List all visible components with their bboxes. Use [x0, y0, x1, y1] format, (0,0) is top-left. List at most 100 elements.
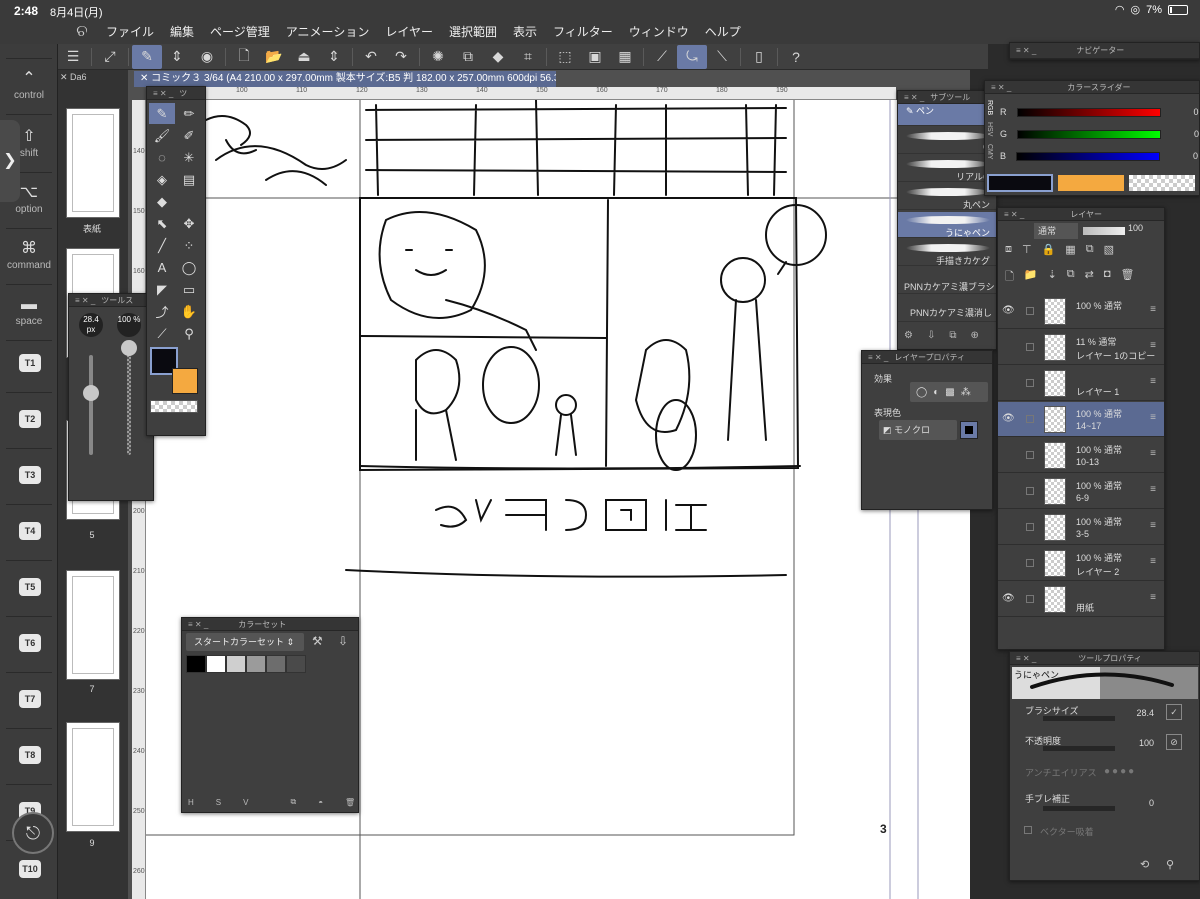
trash-icon[interactable]: 🗑: [1121, 268, 1135, 287]
invert-selection-icon[interactable]: ▣: [580, 45, 610, 69]
t4-key[interactable]: T4: [19, 522, 41, 540]
color-set-select[interactable]: スタートカラーセット ⇕: [186, 633, 304, 651]
menu-filter[interactable]: フィルター: [545, 22, 621, 42]
correct-line-icon[interactable]: ⤴: [149, 301, 175, 322]
command-key[interactable]: ⌘ command: [0, 238, 58, 271]
lasso-tool-icon[interactable]: ◌: [149, 147, 175, 168]
select-object-icon[interactable]: ⬉: [149, 213, 175, 234]
quick-access-icon[interactable]: ✎: [132, 44, 162, 69]
layer-select-checkbox[interactable]: [1026, 307, 1034, 315]
eye-icon[interactable]: 👁: [1002, 593, 1016, 604]
help-icon[interactable]: ?: [781, 45, 811, 69]
layer-row[interactable]: レイヤー 1 ≡: [998, 366, 1164, 401]
add-color-icon[interactable]: ◓: [318, 798, 323, 807]
add-icon[interactable]: ⊕: [971, 330, 979, 341]
layer-select-checkbox[interactable]: [1026, 379, 1034, 387]
airbrush-tool-icon[interactable]: ✐: [176, 125, 202, 146]
subtool-item[interactable]: G: [898, 128, 996, 154]
menu-page[interactable]: ページ管理: [202, 22, 278, 42]
fill-icon[interactable]: ◆: [483, 45, 513, 69]
eye-icon[interactable]: 👁: [1002, 413, 1016, 424]
clip-icon[interactable]: ⧉: [1086, 243, 1094, 256]
close-icon[interactable]: ≡ ✕ _: [1004, 210, 1024, 219]
value-button[interactable]: V: [243, 798, 248, 807]
eraser-tool-icon[interactable]: ◆: [149, 191, 175, 212]
eye-icon[interactable]: 👁: [1002, 305, 1016, 316]
import-icon[interactable]: ⇩: [338, 634, 348, 648]
color-swatch[interactable]: [226, 655, 246, 673]
ruler-snap-icon[interactable]: ⟋: [647, 45, 677, 69]
open-folder-icon[interactable]: 📂: [259, 45, 289, 69]
brush-tool-icon[interactable]: 🖌: [149, 125, 175, 146]
menu-layer[interactable]: レイヤー: [377, 22, 441, 42]
eyedropper-icon[interactable]: ⟋: [149, 323, 175, 344]
reset-icon[interactable]: ⟲: [1140, 858, 1149, 871]
layer-color-icon[interactable]: ▩: [945, 387, 954, 398]
subtool-item[interactable]: PNNカケアミ濃消し: [898, 296, 996, 322]
pressure-toggle-icon[interactable]: ⊘: [1166, 734, 1182, 750]
layer-opacity-slider[interactable]: [1083, 227, 1125, 235]
color-swatch[interactable]: [266, 655, 286, 673]
gradient-tool-icon[interactable]: ▤: [176, 169, 202, 190]
red-slider-row[interactable]: R0: [1000, 104, 1199, 120]
menu-window[interactable]: ウィンドウ: [621, 22, 697, 42]
menu-help[interactable]: ヘルプ: [697, 22, 749, 42]
border-effect-icon[interactable]: ◯: [916, 387, 927, 398]
modifier-toggle-button[interactable]: ⎋: [12, 812, 54, 854]
settings-icon[interactable]: ⚲: [1166, 858, 1174, 871]
ruler-tool-icon[interactable]: ▭: [176, 279, 202, 300]
subtool-settings-icon[interactable]: ⚙: [904, 330, 913, 341]
hamburger-menu-icon[interactable]: ☰: [58, 45, 88, 69]
black-color-toggle[interactable]: [960, 421, 978, 439]
layer-select-checkbox[interactable]: [1026, 523, 1034, 531]
copy-icon[interactable]: ⧉: [949, 330, 956, 341]
pressure-toggle-icon[interactable]: ✓: [1166, 704, 1182, 720]
layer-select-checkbox[interactable]: [1026, 559, 1034, 567]
subtool-item[interactable]: 丸ペン: [898, 184, 996, 210]
antialias-options[interactable]: ●●●●: [1104, 766, 1136, 777]
close-icon[interactable]: ≡ ✕ _: [868, 353, 888, 362]
color-swatch[interactable]: [246, 655, 266, 673]
layer-menu-icon[interactable]: ≡: [1150, 592, 1156, 603]
extract-line-icon[interactable]: ⁂: [961, 387, 971, 398]
lock-icon[interactable]: 🔒: [1042, 243, 1056, 256]
subtool-group-pen[interactable]: ✎ ペン: [898, 104, 996, 126]
grid-snap-icon[interactable]: ⟍: [707, 45, 737, 69]
green-slider-row[interactable]: G0: [1000, 126, 1199, 142]
layer-menu-icon[interactable]: ≡: [1150, 376, 1156, 387]
layer-menu-icon[interactable]: ≡: [1150, 304, 1156, 315]
tab-rgb[interactable]: RGB: [986, 100, 993, 122]
t3-key[interactable]: T3: [19, 466, 41, 484]
layer-select-checkbox[interactable]: [1026, 487, 1034, 495]
blue-slider[interactable]: [1016, 151, 1161, 161]
layer-mask-icon[interactable]: ◘: [1104, 268, 1111, 287]
opacity-slider[interactable]: [127, 345, 131, 455]
download-icon[interactable]: ⇩: [927, 330, 935, 341]
redo-icon[interactable]: ↷: [386, 45, 416, 69]
page-panel-tab[interactable]: ✕ Da6: [60, 72, 124, 86]
layer-menu-icon[interactable]: ≡: [1150, 448, 1156, 459]
expression-color-select[interactable]: ◩ モノクロ: [879, 420, 957, 440]
fill-bucket-icon[interactable]: ◈: [149, 169, 175, 190]
control-key[interactable]: ⌃ control: [0, 68, 58, 101]
subtool-item[interactable]: リアルG: [898, 156, 996, 182]
blend-tool-icon[interactable]: ⁘: [176, 235, 202, 256]
brush-size-track[interactable]: [1043, 716, 1115, 721]
stabilize-track[interactable]: [1043, 806, 1115, 811]
color-swatch[interactable]: [206, 655, 226, 673]
subtool-item[interactable]: PNNカケアミ濃ブラシ: [898, 268, 996, 294]
app-logo-icon[interactable]: ଚ: [72, 22, 92, 42]
subtool-item[interactable]: 手描きカケグ: [898, 240, 996, 266]
tab-hsv[interactable]: HSV: [986, 122, 993, 144]
draft-layer-icon[interactable]: ⊤: [1022, 243, 1032, 256]
trash-icon[interactable]: 🗑: [345, 798, 355, 807]
t5-key[interactable]: T5: [19, 578, 41, 596]
layer-select-checkbox[interactable]: [1026, 415, 1034, 423]
selection-border-icon[interactable]: ▦: [610, 45, 640, 69]
stabilize-value[interactable]: 0: [1114, 798, 1154, 808]
text-tool-icon[interactable]: A: [149, 257, 175, 278]
tab-cmy[interactable]: CMY: [986, 144, 993, 166]
page-thumb[interactable]: [66, 570, 120, 680]
opacity-value[interactable]: 100: [1114, 738, 1154, 748]
opacity-track[interactable]: [1043, 746, 1115, 751]
